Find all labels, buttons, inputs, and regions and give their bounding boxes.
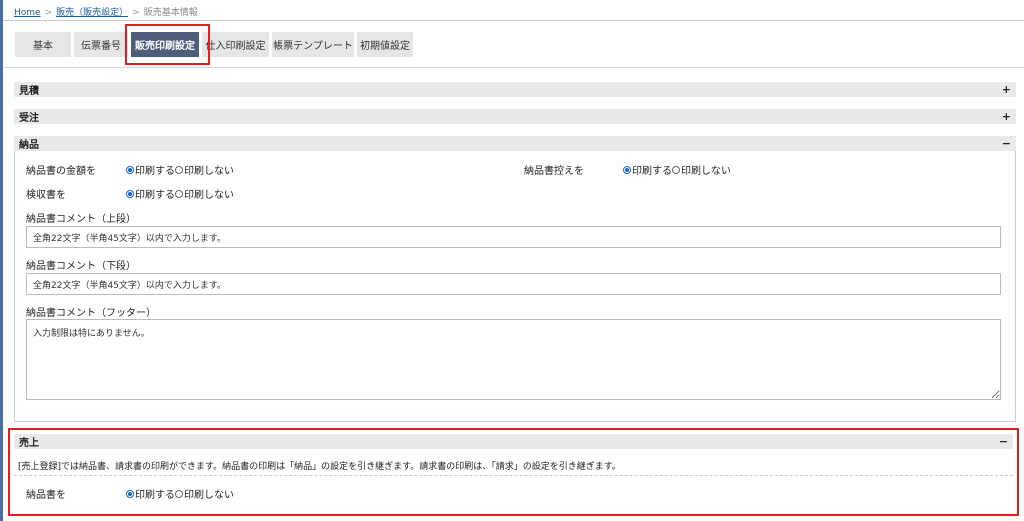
uriage-nohin-label: 納品書を xyxy=(26,490,66,501)
radio-checked-icon xyxy=(126,189,134,198)
tab-default-values[interactable]: 初期値設定 xyxy=(357,32,413,57)
radio-label: 印刷する xyxy=(135,190,175,201)
radio-label: 印刷する xyxy=(632,166,672,177)
breadcrumb-separator: > xyxy=(132,8,140,18)
expand-icon[interactable]: + xyxy=(1002,110,1011,123)
radio-unchecked-icon xyxy=(175,165,183,174)
active-tab-highlight-box xyxy=(125,24,210,65)
section-title: 納品 xyxy=(19,140,39,151)
radio-label: 印刷しない xyxy=(681,166,731,177)
panel-border-bottom xyxy=(14,421,1016,422)
nohin-amount-label: 納品書の金額を xyxy=(26,166,96,177)
radio-checked-icon xyxy=(623,165,631,174)
tabs-divider xyxy=(3,67,1024,68)
tab-purchase-print[interactable]: 仕入印刷設定 xyxy=(202,32,269,57)
radio-unchecked-icon xyxy=(175,189,183,198)
panel-border-left xyxy=(14,151,15,421)
uriage-note: [売上登録]では納品書、請求書の印刷ができます。納品書の印刷は「納品」の設定を引… xyxy=(18,462,621,472)
dashed-divider xyxy=(14,475,1013,476)
tab-basic[interactable]: 基本 xyxy=(15,32,71,57)
collapse-icon[interactable]: − xyxy=(1002,137,1011,150)
section-title: 見積 xyxy=(19,86,39,97)
breadcrumb-home[interactable]: Home xyxy=(14,8,41,18)
expand-icon[interactable]: + xyxy=(1002,83,1011,96)
breadcrumb-current: 販売基本情報 xyxy=(143,8,198,18)
nohin-copy-print-radio[interactable]: 印刷する xyxy=(623,162,672,177)
kenshu-label: 検収書を xyxy=(26,190,66,201)
section-title: 受注 xyxy=(19,113,39,124)
section-uriage-header[interactable]: 売上 − xyxy=(14,434,1013,449)
tab-form-template[interactable]: 帳票テンプレート xyxy=(272,32,354,57)
kenshu-row: 検収書を 印刷する 印刷しない xyxy=(26,186,234,201)
section-title: 売上 xyxy=(19,438,39,449)
radio-checked-icon xyxy=(126,489,134,498)
collapse-icon[interactable]: − xyxy=(999,435,1008,448)
radio-label: 印刷する xyxy=(135,166,175,177)
section-juchu-header[interactable]: 受注 + xyxy=(14,109,1016,124)
nohin-amount-print-radio[interactable]: 印刷する xyxy=(126,162,175,177)
comment-upper-input[interactable] xyxy=(26,226,1001,248)
panel-border-right xyxy=(1015,151,1016,421)
radio-label: 印刷する xyxy=(135,490,175,501)
radio-unchecked-icon xyxy=(175,489,183,498)
kenshu-noprint-radio[interactable]: 印刷しない xyxy=(175,186,234,201)
uriage-nohin-print-radio[interactable]: 印刷する xyxy=(126,486,175,501)
comment-lower-input[interactable] xyxy=(26,273,1001,295)
comment-lower-label: 納品書コメント（下段） xyxy=(26,261,136,272)
header-divider xyxy=(3,20,1024,21)
comment-footer-label: 納品書コメント（フッター） xyxy=(26,308,156,319)
uriage-nohin-noprint-radio[interactable]: 印刷しない xyxy=(175,486,234,501)
left-accent-stripe xyxy=(0,0,3,521)
radio-unchecked-icon xyxy=(672,165,680,174)
breadcrumb: Home > 販売（販売設定） > 販売基本情報 xyxy=(14,5,198,18)
nohin-copy-label: 納品書控えを xyxy=(524,166,584,177)
breadcrumb-parent[interactable]: 販売（販売設定） xyxy=(56,8,128,18)
breadcrumb-separator: > xyxy=(44,8,53,18)
tab-bar: 基本 伝票番号 販売印刷設定 仕入印刷設定 帳票テンプレート 初期値設定 xyxy=(15,32,416,58)
kenshu-print-radio[interactable]: 印刷する xyxy=(126,186,175,201)
nohin-amount-noprint-radio[interactable]: 印刷しない xyxy=(175,162,234,177)
uriage-nohin-row: 納品書を 印刷する 印刷しない xyxy=(26,486,234,501)
comment-footer-textarea[interactable]: 入力制限は特にありません。 xyxy=(26,319,1001,400)
comment-upper-label: 納品書コメント（上段） xyxy=(26,214,136,225)
radio-checked-icon xyxy=(126,165,134,174)
section-nohin-header[interactable]: 納品 − xyxy=(14,136,1016,151)
nohin-copy-row: 納品書控えを 印刷する 印刷しない xyxy=(524,162,731,177)
radio-label: 印刷しない xyxy=(184,490,234,501)
radio-label: 印刷しない xyxy=(184,190,234,201)
tab-slip-number[interactable]: 伝票番号 xyxy=(74,32,128,57)
section-mitsumori-header[interactable]: 見積 + xyxy=(14,82,1016,97)
nohin-amount-row: 納品書の金額を 印刷する 印刷しない xyxy=(26,162,234,177)
radio-label: 印刷しない xyxy=(184,166,234,177)
nohin-copy-noprint-radio[interactable]: 印刷しない xyxy=(672,162,731,177)
